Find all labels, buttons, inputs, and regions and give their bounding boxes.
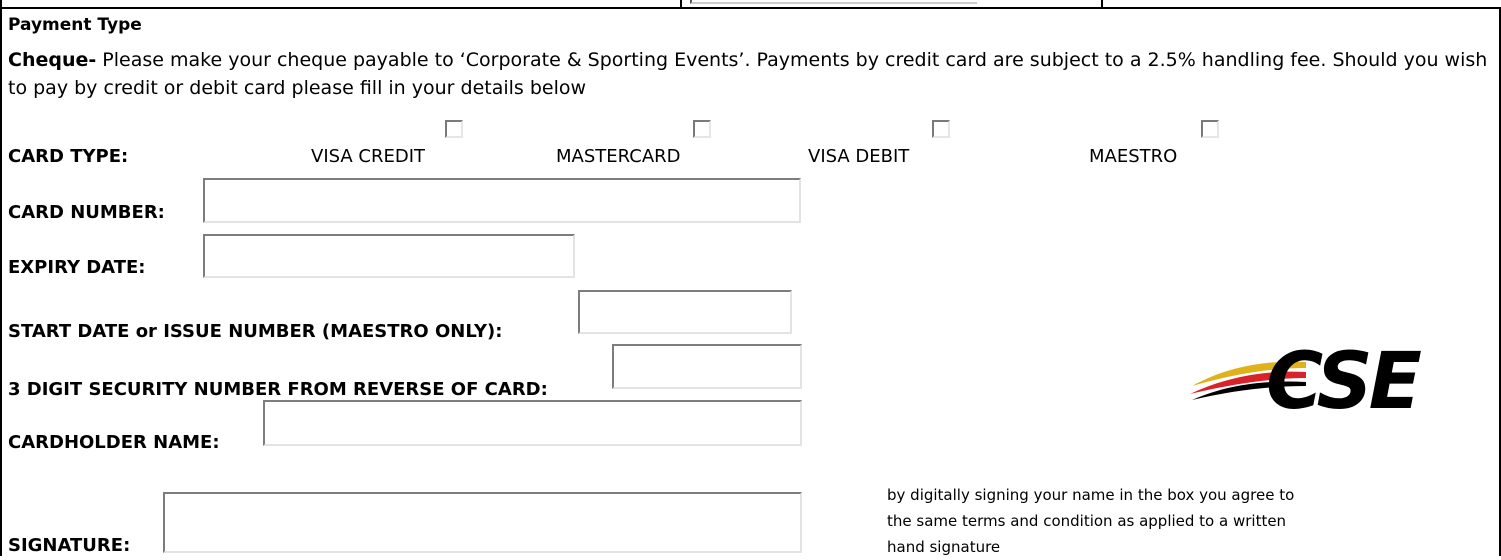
maestro-checkbox[interactable] bbox=[1201, 120, 1219, 138]
visa-debit-checkbox[interactable] bbox=[932, 120, 950, 138]
cse-logo: CSE bbox=[1190, 342, 1426, 412]
frame-divider bbox=[1101, 0, 1103, 8]
signature-note: by digitally signing your name in the bo… bbox=[887, 486, 1295, 556]
start-date-input[interactable] bbox=[578, 290, 792, 334]
security-number-input[interactable] bbox=[612, 344, 802, 389]
option-mastercard-label: MASTERCARD bbox=[556, 146, 681, 167]
expiry-date-input[interactable] bbox=[203, 234, 575, 278]
mastercard-checkbox[interactable] bbox=[693, 120, 711, 138]
frame-top-border bbox=[0, 7, 1501, 9]
option-visa-debit-label: VISA DEBIT bbox=[808, 146, 910, 167]
svg-text:CSE: CSE bbox=[1266, 342, 1422, 412]
option-maestro-label: MAESTRO bbox=[1089, 146, 1178, 167]
card-number-input[interactable] bbox=[203, 178, 801, 223]
previous-field-stub[interactable] bbox=[690, 0, 977, 4]
payment-instructions: Cheque- Please make your cheque payable … bbox=[8, 46, 1488, 102]
cardholder-name-input[interactable] bbox=[263, 400, 802, 446]
expiry-date-label: EXPIRY DATE: bbox=[8, 257, 146, 278]
cardholder-name-label: CARDHOLDER NAME: bbox=[8, 432, 220, 453]
card-type-label: CARD TYPE: bbox=[8, 146, 129, 167]
card-number-label: CARD NUMBER: bbox=[8, 202, 165, 223]
section-title: Payment Type bbox=[8, 15, 142, 35]
start-date-label: START DATE or ISSUE NUMBER (MAESTRO ONLY… bbox=[8, 321, 503, 342]
cheque-lead: Cheque- bbox=[8, 49, 97, 71]
signature-label: SIGNATURE: bbox=[8, 535, 131, 556]
option-visa-credit-label: VISA CREDIT bbox=[311, 146, 426, 167]
frame-left-border bbox=[0, 0, 2, 556]
payment-form: Payment Type Cheque- Please make your ch… bbox=[0, 0, 1501, 556]
signature-input[interactable] bbox=[163, 492, 802, 553]
instructions-body: Please make your cheque payable to ‘Corp… bbox=[8, 49, 1488, 99]
frame-divider bbox=[680, 0, 682, 8]
visa-credit-checkbox[interactable] bbox=[445, 120, 463, 138]
security-number-label: 3 DIGIT SECURITY NUMBER FROM REVERSE OF … bbox=[8, 379, 548, 400]
